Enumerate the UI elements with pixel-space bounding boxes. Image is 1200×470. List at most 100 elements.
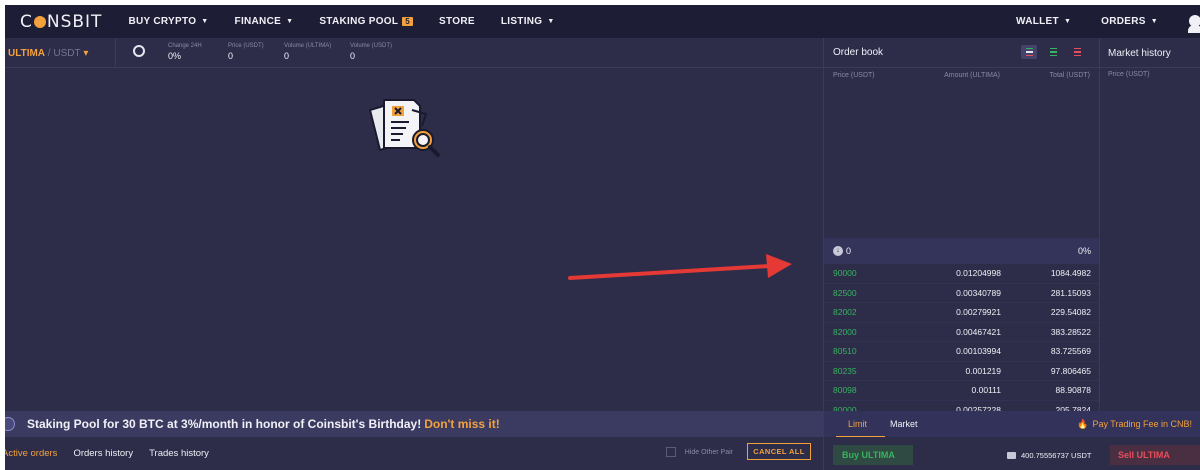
bid-row[interactable]: 802350.00121997.806465 — [824, 362, 1100, 382]
chart-area — [5, 68, 823, 411]
bid-row[interactable]: 900000.012049981084.4982 — [824, 264, 1100, 284]
bid-amount: 0.00111 — [913, 385, 1021, 395]
bid-price: 90000 — [833, 268, 913, 278]
view-asks-icon[interactable] — [1069, 45, 1085, 59]
banner-link[interactable]: Don't miss it! — [424, 417, 500, 431]
logo-dot-icon — [34, 16, 46, 28]
order-book-header: Order book — [824, 38, 1099, 68]
bid-total: 1084.4982 — [1021, 268, 1091, 278]
bid-total: 383.28522 — [1021, 327, 1091, 337]
bid-amount: 0.001219 — [913, 366, 1021, 376]
bid-price: 82500 — [833, 288, 913, 298]
bid-row[interactable]: 820000.00467421383.28522 — [824, 323, 1100, 343]
col-price: Price (USDT) — [833, 72, 913, 79]
logo-text: NSBIT — [47, 12, 103, 32]
stat-label: Price (USDT) — [228, 43, 264, 49]
stat-label: Volume (USDT) — [350, 43, 392, 49]
spread-percent: 0% — [1078, 246, 1091, 256]
top-navbar: CNSBIT BUY CRYPTO▼ FINANCE▼ STAKING POOL… — [5, 5, 1200, 38]
bid-price: 82002 — [833, 307, 913, 317]
order-book-view-toggles — [1013, 45, 1085, 59]
col-amount: Amount (ULTIMA) — [913, 72, 1020, 79]
nav-label: FINANCE — [235, 16, 282, 27]
tab-orders-history[interactable]: Orders history — [73, 448, 133, 459]
ticker-bar: ULTIMA / USDT ▾ Change 24H0% Price (USDT… — [5, 38, 823, 68]
nav-label: WALLET — [1016, 16, 1059, 27]
bid-row[interactable]: 825000.00340789281.15093 — [824, 284, 1100, 304]
chart-toggle-icon[interactable] — [133, 45, 145, 57]
stat-value: 0 — [350, 51, 392, 61]
fire-icon: 🔥 — [1077, 419, 1088, 429]
bid-price: 82000 — [833, 327, 913, 337]
market-history-panel: Market history Price (USDT) — [1099, 38, 1200, 411]
wallet-balance: 400.75556737 USDT — [1007, 451, 1091, 460]
promo-banner: Staking Pool for 30 BTC at 3%/month in h… — [5, 411, 823, 437]
order-book-title: Order book — [833, 47, 883, 58]
view-bids-icon[interactable] — [1045, 45, 1061, 59]
tab-limit[interactable]: Limit — [848, 419, 867, 429]
tab-active-orders[interactable]: Active orders — [5, 448, 57, 459]
chevron-down-icon: ▼ — [547, 18, 554, 25]
bid-total: 229.54082 — [1021, 307, 1091, 317]
bid-amount: 0.01204998 — [913, 268, 1021, 278]
stat-change-24h: Change 24H0% — [168, 43, 202, 61]
nav-store[interactable]: STORE — [439, 16, 475, 27]
divider — [115, 38, 116, 68]
bar-shape — [1050, 51, 1057, 53]
bid-amount: 0.00340789 — [913, 288, 1021, 298]
buy-button[interactable]: Buy ULTIMA — [833, 445, 913, 465]
nav-label: BUY CRYPTO — [128, 16, 196, 27]
col-total: Total (USDT) — [1020, 72, 1090, 79]
cancel-all-button[interactable]: CANCEL ALL — [747, 443, 811, 460]
bid-total: 88.90878 — [1021, 385, 1091, 395]
bar-shape — [1050, 55, 1057, 57]
bar-shape — [1074, 55, 1081, 57]
exchange-app: CNSBIT BUY CRYPTO▼ FINANCE▼ STAKING POOL… — [5, 5, 1200, 470]
stat-value: 0 — [228, 51, 264, 61]
stat-volume-base: Volume (ULTIMA)0 — [284, 43, 331, 61]
staking-badge: 5 — [402, 17, 413, 26]
wallet-icon — [1007, 452, 1016, 459]
checkbox[interactable] — [666, 447, 676, 457]
nav-orders[interactable]: ORDERS▼ — [1101, 16, 1158, 27]
logo-letter: C — [20, 12, 33, 32]
nav-right: WALLET ▼ ORDERS▼ — [1016, 5, 1200, 38]
nav-wallet[interactable]: WALLET ▼ — [1016, 16, 1071, 27]
nav-finance[interactable]: FINANCE ▼ — [235, 16, 294, 27]
nav-label: LISTING — [501, 16, 543, 27]
bar-shape — [1026, 55, 1033, 57]
pair-base: ULTIMA — [8, 48, 45, 59]
chevron-down-icon: ▼ — [1064, 18, 1071, 25]
trade-type-tabs: Limit Market 🔥Pay Trading Fee in CNB! — [824, 411, 1200, 437]
bid-row[interactable]: 820020.00279921229.54082 — [824, 303, 1100, 323]
coinsbit-logo[interactable]: C NSBIT — [20, 12, 102, 32]
bar-shape — [1026, 48, 1033, 50]
bar-shape — [1074, 51, 1081, 53]
bid-price: 80098 — [833, 385, 913, 395]
nav-buy-crypto[interactable]: BUY CRYPTO▼ — [128, 16, 208, 27]
nav-label: STORE — [439, 16, 475, 27]
user-avatar-icon[interactable] — [1188, 12, 1200, 32]
pair-selector[interactable]: ULTIMA / USDT ▾ — [8, 48, 88, 59]
stat-value: 0 — [284, 51, 331, 61]
tab-market[interactable]: Market — [890, 419, 918, 429]
hide-other-pair-toggle[interactable]: Hide Other Pair — [666, 447, 733, 457]
bid-row[interactable]: 805100.0010399483.725569 — [824, 342, 1100, 362]
coin-icon — [5, 417, 15, 431]
orders-tabs-bar: Active orders Orders history Trades hist… — [5, 437, 823, 470]
bid-price: 80510 — [833, 346, 913, 356]
no-data-documents-icon — [362, 96, 446, 160]
trade-bottom: Buy ULTIMA 400.75556737 USDT Sell ULTIMA — [824, 437, 1200, 470]
nav-staking-pool[interactable]: STAKING POOL5 — [319, 16, 413, 27]
bid-row[interactable]: 800980.0011188.90878 — [824, 381, 1100, 401]
view-all-icon[interactable] — [1021, 45, 1037, 59]
bid-amount: 0.00103994 — [913, 346, 1021, 356]
tab-trades-history[interactable]: Trades history — [149, 448, 209, 459]
sell-button[interactable]: Sell ULTIMA — [1110, 445, 1200, 465]
spread-row: ↓ 0 0% — [824, 238, 1100, 264]
nav-listing[interactable]: LISTING ▼ — [501, 16, 555, 27]
pay-fee-cnb-link[interactable]: 🔥Pay Trading Fee in CNB! — [1077, 419, 1192, 430]
chevron-down-icon: ▼ — [286, 18, 293, 25]
stat-label: Change 24H — [168, 43, 202, 49]
order-book-columns: Price (USDT) Amount (ULTIMA) Total (USDT… — [824, 68, 1099, 82]
